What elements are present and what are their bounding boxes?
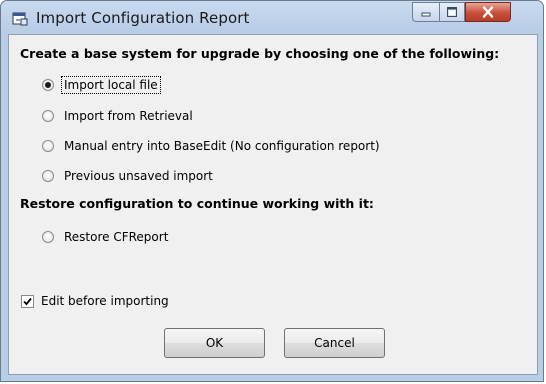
dialog-window: Import Configuration Report Create a bas… (0, 0, 544, 382)
radio-button[interactable] (42, 170, 54, 182)
radio-label[interactable]: Import local file (61, 76, 161, 94)
title-bar[interactable]: Import Configuration Report (1, 1, 543, 35)
cancel-button-label: Cancel (314, 336, 355, 350)
checkbox[interactable] (21, 294, 34, 308)
app-icon (12, 12, 28, 26)
minimize-icon (421, 12, 431, 17)
window-title: Import Configuration Report (36, 9, 250, 27)
radio-label[interactable]: Restore CFReport (62, 229, 170, 245)
dialog-body: Create a base system for upgrade by choo… (8, 34, 538, 375)
maximize-button[interactable] (439, 2, 465, 22)
cancel-button[interactable]: Cancel (284, 328, 385, 358)
checkmark-icon (23, 297, 32, 305)
radio-button[interactable] (42, 140, 54, 152)
ok-button[interactable]: OK (164, 328, 265, 358)
minimize-button[interactable] (412, 2, 439, 22)
close-button[interactable] (465, 2, 511, 22)
radio-button[interactable] (42, 110, 54, 122)
radio-import-local-file[interactable]: Import local file (42, 76, 161, 94)
radio-previous-unsaved-import[interactable]: Previous unsaved import (42, 167, 215, 185)
edit-before-importing-checkbox[interactable]: Edit before importing (21, 292, 171, 310)
checkbox-label[interactable]: Edit before importing (39, 293, 171, 309)
radio-button[interactable] (42, 79, 54, 91)
radio-restore-cfreport[interactable]: Restore CFReport (42, 228, 170, 246)
section1-heading: Create a base system for upgrade by choo… (20, 46, 500, 61)
ok-button-label: OK (205, 336, 224, 350)
radio-label[interactable]: Import from Retrieval (62, 108, 195, 124)
section2-heading: Restore configuration to continue workin… (20, 196, 374, 211)
radio-label[interactable]: Previous unsaved import (62, 168, 215, 184)
maximize-icon (447, 7, 457, 17)
radio-button[interactable] (42, 231, 54, 243)
radio-import-from-retrieval[interactable]: Import from Retrieval (42, 107, 195, 125)
radio-label[interactable]: Manual entry into BaseEdit (No configura… (62, 138, 382, 154)
close-icon (482, 6, 494, 18)
radio-manual-entry[interactable]: Manual entry into BaseEdit (No configura… (42, 137, 382, 155)
